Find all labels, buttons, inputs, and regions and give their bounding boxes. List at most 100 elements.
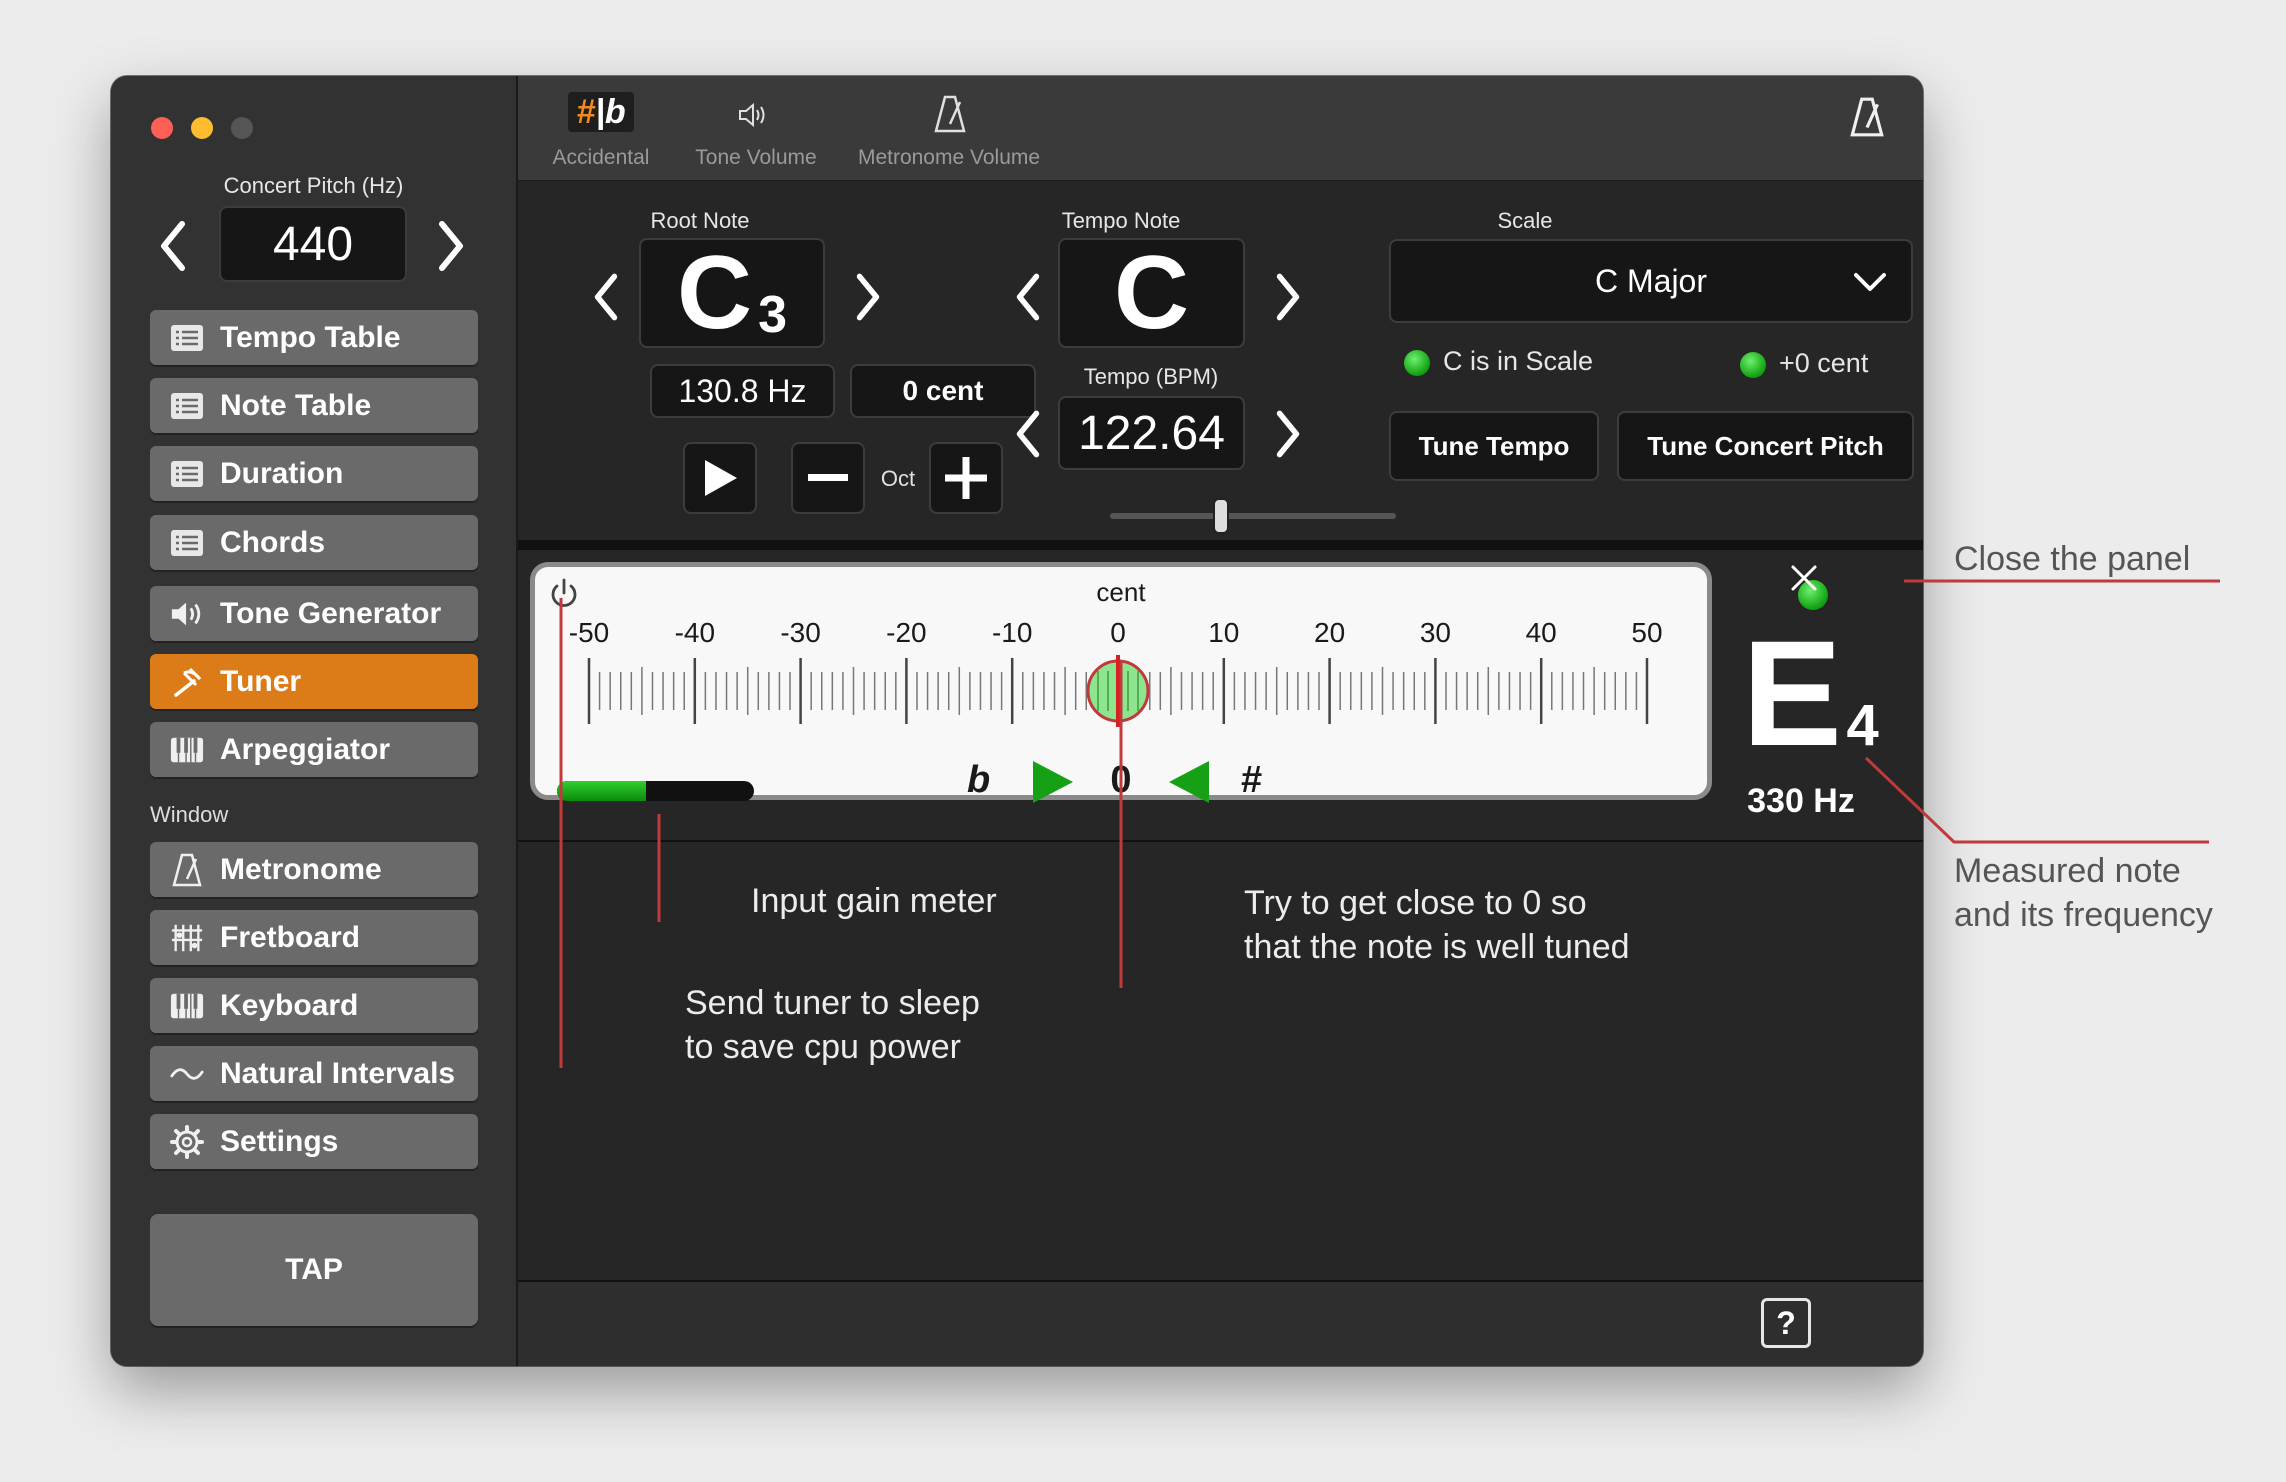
root-note-increment-button[interactable]: [848, 262, 888, 332]
cent-scale-label: 10: [1208, 617, 1240, 648]
tempo-slider-thumb[interactable]: [1212, 498, 1229, 534]
scale-dropdown[interactable]: C Major: [1389, 239, 1913, 323]
tone-volume-toolbar-button[interactable]: Tone Volume: [678, 88, 828, 173]
concert-pitch-increment-button[interactable]: [431, 216, 471, 276]
app-window: Concert Pitch (Hz) 440 Tempo Table Note …: [111, 76, 1923, 1366]
sidebar-item-keyboard[interactable]: Keyboard: [150, 978, 478, 1033]
tempo-increment-button[interactable]: [1268, 404, 1308, 464]
annotation-measured-line2: and its frequency: [1954, 896, 2213, 934]
tempo-note-decrement-button[interactable]: [1008, 262, 1048, 332]
metronome-volume-toolbar-button[interactable]: Metronome Volume: [846, 88, 1052, 173]
annotation-close-panel: Close the panel: [1954, 540, 2191, 578]
chevron-right-icon: [856, 273, 880, 321]
cent-scale-label: -50: [568, 617, 610, 648]
tuner-gauge: cent -50 -40 -30 -20 -10 0 10 20 30 40 50 b 0 #: [530, 562, 1712, 803]
gear-icon: [170, 1124, 204, 1159]
annotation-measured-line1: Measured note: [1954, 852, 2181, 890]
measured-note-name: E: [1742, 609, 1843, 777]
chevron-right-icon: [1276, 273, 1300, 321]
tempo-decrement-button[interactable]: [1008, 404, 1048, 464]
metronome-volume-label: Metronome Volume: [857, 146, 1041, 169]
sidebar-item-fretboard[interactable]: Fretboard: [150, 910, 478, 965]
tempo-slider[interactable]: [1110, 496, 1396, 536]
tap-button[interactable]: TAP: [150, 1214, 478, 1326]
sidebar-item-note-table[interactable]: Note Table: [150, 378, 478, 433]
cent-scale-label: 20: [1314, 617, 1346, 648]
measured-note: E 4: [1742, 618, 1879, 768]
sidebar-item-natural-intervals[interactable]: Natural Intervals: [150, 1046, 478, 1101]
sidebar-item-tempo-table[interactable]: Tempo Table: [150, 310, 478, 365]
window-minimize-button[interactable]: [191, 117, 213, 139]
scale-value: C Major: [1594, 262, 1707, 299]
sidebar-item-label: Fretboard: [220, 920, 361, 954]
list-icon: [170, 526, 204, 560]
octave-up-button[interactable]: [929, 442, 1003, 514]
accidental-icon: # |b: [568, 92, 634, 132]
window-zoom-button[interactable]: [231, 117, 253, 139]
deviation-value: 0: [1110, 759, 1132, 801]
root-note-decrement-button[interactable]: [586, 262, 626, 332]
tune-tempo-button[interactable]: Tune Tempo: [1389, 411, 1599, 481]
cent-scale-label: 30: [1419, 617, 1451, 648]
measured-frequency: 330 Hz: [1747, 782, 1855, 820]
concert-pitch-field[interactable]: 440: [219, 206, 407, 282]
sidebar-item-chords[interactable]: Chords: [150, 515, 478, 570]
cent-scale-label: -20: [886, 617, 927, 648]
sidebar-item-tone-generator[interactable]: Tone Generator: [150, 586, 478, 641]
chevron-left-icon: [161, 221, 185, 271]
close-icon[interactable]: [1790, 564, 1818, 592]
sidebar-item-label: Note Table: [220, 388, 372, 422]
tempo-note-increment-button[interactable]: [1268, 262, 1308, 332]
tempo-note-display: C: [1058, 238, 1245, 348]
tempo-bpm-field[interactable]: 122.64: [1058, 396, 1245, 470]
input-gain-meter: [557, 781, 754, 801]
annotation-sleep-line2: to save cpu power: [685, 1028, 961, 1066]
tune-concert-pitch-button[interactable]: Tune Concert Pitch: [1617, 411, 1914, 481]
sidebar-item-label: Settings: [220, 1124, 339, 1158]
sidebar-item-label: Keyboard: [220, 988, 359, 1022]
sidebar-item-label: Chords: [220, 525, 325, 559]
cent-label: cent: [1096, 577, 1146, 607]
tempo-slider-track: [1110, 513, 1396, 519]
cent-scale-label: 0: [1110, 617, 1126, 648]
play-button[interactable]: [683, 442, 757, 514]
chevron-right-icon: [439, 221, 463, 271]
help-label: ?: [1776, 1304, 1796, 1341]
speaker-icon: [739, 102, 765, 128]
wave-icon: [170, 1057, 204, 1091]
metronome-icon[interactable]: [1848, 96, 1886, 138]
sidebar-item-metronome[interactable]: Metronome: [150, 842, 478, 897]
root-note-display: C 3: [639, 238, 825, 348]
tune-tempo-label: Tune Tempo: [1418, 430, 1570, 461]
concert-pitch-decrement-button[interactable]: [153, 216, 193, 276]
measured-note-octave: 4: [1846, 693, 1879, 758]
accidental-label: Accidental: [552, 146, 650, 169]
tempo-bpm-label: Tempo (BPM): [1083, 364, 1219, 389]
list-icon: [170, 457, 204, 491]
sidebar-item-settings[interactable]: Settings: [150, 1114, 478, 1169]
root-frequency-value: 130.8 Hz: [678, 372, 807, 409]
cent-scale-label: 40: [1525, 617, 1557, 648]
octave-down-button[interactable]: [791, 442, 865, 514]
plus-icon: [945, 457, 987, 499]
sidebar-item-label: Arpeggiator: [220, 732, 391, 766]
sidebar-item-tuner[interactable]: Tuner: [150, 654, 478, 709]
tuner-panel: cent -50 -40 -30 -20 -10 0 10 20 30 40 50 b 0 # E …: [518, 550, 1923, 842]
tuner-separator: [518, 540, 1923, 550]
toolbar: # |b Accidental Tone Volume Metronome Vol…: [518, 76, 1923, 181]
window-close-button[interactable]: [151, 117, 173, 139]
chevron-left-icon: [1016, 410, 1040, 458]
sidebar-item-label: Tuner: [220, 664, 302, 698]
cent-scale-ticks: [587, 655, 1649, 727]
sidebar-item-duration[interactable]: Duration: [150, 446, 478, 501]
root-note-label: Root Note: [650, 208, 750, 233]
help-button[interactable]: ?: [1761, 1298, 1811, 1348]
cent-scale-label: -40: [674, 617, 716, 648]
tone-volume-label: Tone Volume: [695, 146, 817, 169]
sidebar-item-arpeggiator[interactable]: Arpeggiator: [150, 722, 478, 777]
chevron-down-icon: [1854, 273, 1886, 291]
cent-offset-text: +0 cent: [1779, 348, 1869, 378]
accidental-toolbar-button[interactable]: # |b Accidental: [538, 88, 649, 173]
annotation-try-line1: Try to get close to 0 so: [1244, 884, 1587, 922]
scale-label: Scale: [1497, 208, 1553, 233]
